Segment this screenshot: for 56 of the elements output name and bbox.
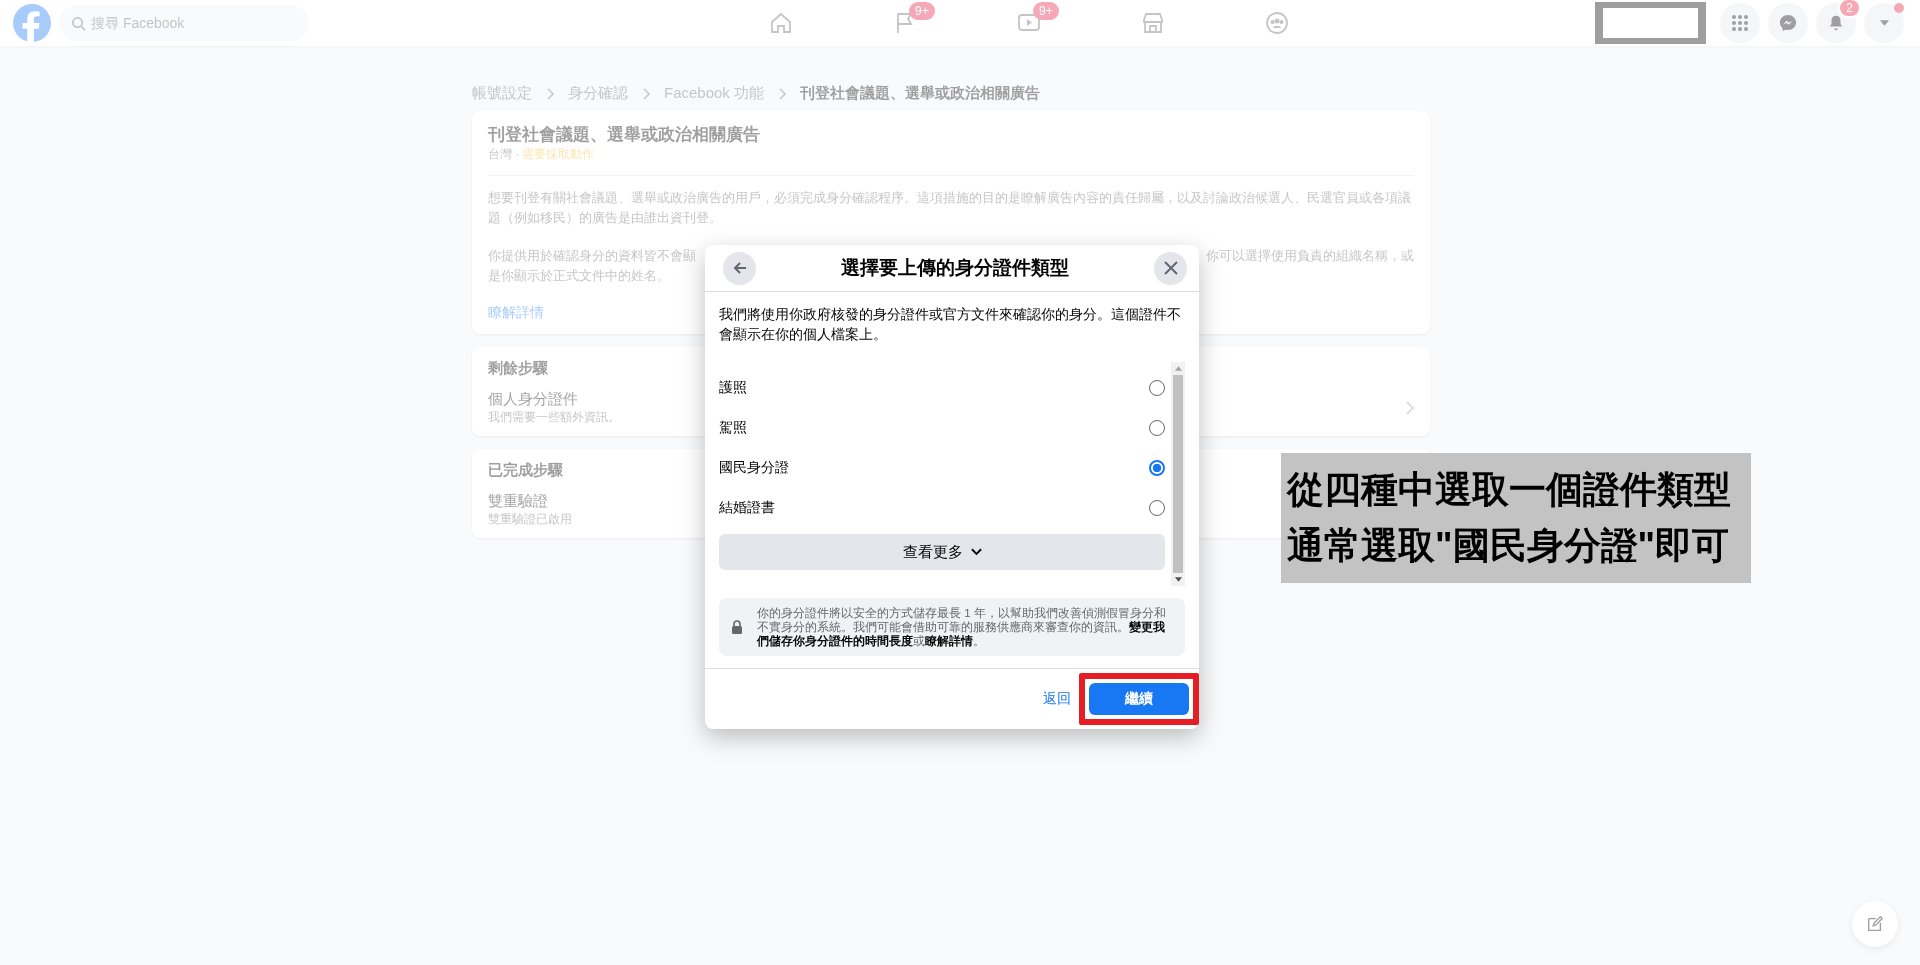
radio-button[interactable] <box>1149 460 1165 476</box>
back-button[interactable] <box>723 251 756 285</box>
option-label: 駕照 <box>719 419 747 437</box>
section-title: 已完成步驟 <box>488 461 563 480</box>
scroll-down-icon[interactable] <box>1174 577 1182 582</box>
count-badge: 9+ <box>1033 2 1059 20</box>
messenger-button[interactable] <box>1768 3 1808 43</box>
account-menu-button[interactable] <box>1864 3 1904 43</box>
option-row[interactable]: 國民身分證 <box>719 448 1165 488</box>
chevron-icon <box>1406 401 1414 415</box>
breadcrumb-link[interactable]: 刊登社會議題、選舉或政治相關廣告 <box>800 84 1041 103</box>
step-title: 雙重驗證 <box>488 492 548 511</box>
back-arrow-icon <box>731 260 748 276</box>
option-row[interactable]: 護照 <box>719 368 1165 408</box>
store-icon <box>1141 11 1165 35</box>
card-title: 刊登社會議題、選舉或政治相關廣告 <box>488 124 761 146</box>
facebook-logo-icon[interactable] <box>13 4 51 42</box>
dialog-description: 我們將使用你政府核發的身分證件或官方文件來確認你的身分。這個證件不會顯示在你的個人檔案上。 <box>719 305 1182 344</box>
status-label: 需要採取動作 <box>522 146 595 163</box>
dialog-title: 選擇要上傳的身分證件類型 <box>841 256 1069 280</box>
caret-icon <box>1878 19 1890 27</box>
scrollbar[interactable] <box>1171 362 1185 586</box>
chevron-down-icon <box>970 548 982 556</box>
count-badge: 9+ <box>909 2 935 20</box>
step-title: 個人身分證件 <box>488 390 578 409</box>
messenger-icon <box>1779 14 1797 32</box>
back-link[interactable]: 返回 <box>1043 690 1071 708</box>
pencil-icon <box>1866 915 1884 933</box>
see-more-button[interactable]: 查看更多 <box>719 534 1165 570</box>
notice-text: 你的身分證件將以安全的方式儲存最長 1 年，以幫助我們改善偵測假冒身分和不實身分的系統。我們可能會借助可靠的服務供應商來審查你的資訊。變更我們儲存你身分證件的時間長度或瞭解詳情。 <box>757 606 1167 648</box>
continue-button[interactable]: 繼續 <box>1089 683 1189 715</box>
home-icon <box>769 11 793 35</box>
notification-badge: 2 <box>1838 0 1861 18</box>
option-row[interactable]: 駕照 <box>719 408 1165 448</box>
option-label: 結婚證書 <box>719 499 775 517</box>
chevron-icon <box>642 87 650 100</box>
bell-icon <box>1827 14 1845 32</box>
close-button[interactable] <box>1154 251 1187 285</box>
option-row[interactable]: 結婚證書 <box>719 488 1165 528</box>
search-icon <box>71 16 86 31</box>
menu-button[interactable] <box>1720 3 1760 43</box>
grid-icon <box>1731 14 1749 32</box>
close-icon <box>1162 260 1179 276</box>
section-title: 剩餘步驟 <box>488 359 548 378</box>
chevron-icon <box>778 87 787 100</box>
groups-icon <box>1265 11 1289 35</box>
scroll-up-icon[interactable] <box>1174 366 1182 371</box>
annotation-text: 通常選取"國民身分證"即可 <box>1287 524 1731 568</box>
lock-icon <box>731 620 743 634</box>
learn-more-link[interactable]: 瞭解詳情 <box>488 304 544 322</box>
option-label: 國民身分證 <box>719 459 789 477</box>
option-label: 護照 <box>719 379 747 397</box>
chevron-icon <box>546 87 554 100</box>
compose-button[interactable] <box>1852 901 1898 947</box>
alert-dot <box>1894 3 1904 13</box>
annotation-text: 從四種中選取一個證件類型 <box>1287 468 1732 512</box>
